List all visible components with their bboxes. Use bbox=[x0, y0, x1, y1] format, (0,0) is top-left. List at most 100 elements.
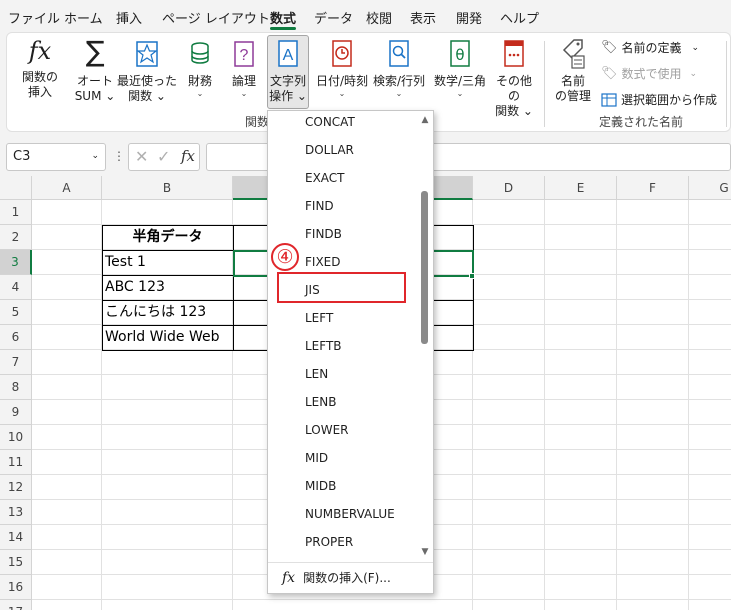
function-item-numbervalue[interactable]: NUMBERVALUE bbox=[305, 507, 395, 521]
table-header-cell[interactable]: 半角データ bbox=[102, 225, 233, 249]
row-header-13[interactable]: 13 bbox=[0, 500, 32, 525]
row-header-3[interactable]: 3 bbox=[0, 250, 32, 275]
row-header-2[interactable]: 2 bbox=[0, 225, 32, 250]
use-in-formula-label: 数式で使用 bbox=[621, 67, 682, 81]
function-item-leftb[interactable]: LEFTB bbox=[305, 339, 342, 353]
text-functions-label-2: 操作 ⌄ bbox=[269, 89, 307, 103]
financial-chevron: ⌄ bbox=[196, 89, 204, 98]
column-header-a[interactable]: A bbox=[32, 176, 102, 200]
lookup-label: 検索/行列 bbox=[372, 74, 426, 88]
name-box[interactable]: C3 ⌄ bbox=[6, 143, 106, 171]
datetime-button[interactable]: 日付/時刻 ⌄ bbox=[313, 36, 371, 99]
table-cell[interactable]: こんにちは 123 bbox=[102, 300, 206, 324]
column-header-b[interactable]: B bbox=[102, 176, 233, 200]
function-item-lenb[interactable]: LENB bbox=[305, 395, 336, 409]
row-header-5[interactable]: 5 bbox=[0, 300, 32, 325]
row-header-11[interactable]: 11 bbox=[0, 450, 32, 475]
financial-button[interactable]: 財務 ⌄ bbox=[183, 36, 217, 99]
tab-home[interactable]: ホーム bbox=[64, 8, 103, 27]
lookup-button[interactable]: 検索/行列 ⌄ bbox=[371, 36, 427, 99]
row-header-9[interactable]: 9 bbox=[0, 400, 32, 425]
function-item-proper[interactable]: PROPER bbox=[305, 535, 353, 549]
row-header-7[interactable]: 7 bbox=[0, 350, 32, 375]
scroll-up-arrow[interactable]: ▲ bbox=[418, 115, 432, 125]
insert-function-button[interactable]: fx 関数の 挿入 bbox=[15, 36, 65, 100]
more-options-icon[interactable]: ⋮ bbox=[113, 149, 125, 163]
scrollbar-thumb[interactable] bbox=[421, 191, 428, 344]
function-item-midb[interactable]: MIDB bbox=[305, 479, 336, 493]
svg-text:?: ? bbox=[240, 47, 249, 64]
dropdown-separator bbox=[268, 562, 433, 563]
function-item-mid[interactable]: MID bbox=[305, 451, 328, 465]
function-item-dollar[interactable]: DOLLAR bbox=[305, 143, 354, 157]
enter-icon[interactable]: ✓ bbox=[157, 147, 170, 166]
name-manager-button[interactable]: 名前 の管理 bbox=[551, 36, 595, 104]
datetime-chevron: ⌄ bbox=[338, 89, 346, 98]
tab-page-layout[interactable]: ページ レイアウト bbox=[162, 8, 270, 27]
tab-developer[interactable]: 開発 bbox=[456, 8, 482, 27]
create-from-selection-button[interactable]: 選択範囲から作成 bbox=[601, 91, 717, 108]
use-in-formula-button[interactable]: 🏷 数式で使用 ⌄ bbox=[601, 65, 697, 82]
function-item-concat[interactable]: CONCAT bbox=[305, 115, 355, 129]
function-item-findb[interactable]: FINDB bbox=[305, 227, 342, 241]
text-functions-label-1: 文字列 bbox=[269, 74, 306, 88]
group-label-function-library: 関数 bbox=[245, 115, 270, 129]
math-trig-button[interactable]: θ 数学/三角 ⌄ bbox=[431, 36, 489, 99]
fx-icon: fx bbox=[282, 569, 296, 586]
row-header-8[interactable]: 8 bbox=[0, 375, 32, 400]
tab-help[interactable]: ヘルプ bbox=[500, 8, 539, 27]
function-item-find[interactable]: FIND bbox=[305, 199, 334, 213]
function-item-fixed[interactable]: FIXED bbox=[305, 255, 340, 269]
function-item-exact[interactable]: EXACT bbox=[305, 171, 345, 185]
chevron-down-icon[interactable]: ⌄ bbox=[91, 151, 99, 161]
row-header-1[interactable]: 1 bbox=[0, 200, 32, 225]
tab-file[interactable]: ファイル bbox=[8, 8, 60, 27]
tab-view[interactable]: 表示 bbox=[410, 8, 436, 27]
table-cell[interactable]: Test 1 bbox=[102, 250, 146, 274]
table-border-vertical bbox=[233, 225, 234, 350]
table-cell[interactable]: ABC 123 bbox=[102, 275, 165, 299]
column-header-g[interactable]: G bbox=[689, 176, 731, 200]
function-item-left[interactable]: LEFT bbox=[305, 311, 333, 325]
tag-list-icon bbox=[562, 39, 585, 69]
recently-used-button[interactable]: 最近使った 関数 ⌄ bbox=[117, 36, 177, 104]
function-item-len[interactable]: LEN bbox=[305, 367, 328, 381]
column-header-e[interactable]: E bbox=[545, 176, 617, 200]
row-header-15[interactable]: 15 bbox=[0, 550, 32, 575]
table-cell[interactable]: World Wide Web bbox=[102, 325, 219, 349]
create-from-selection-label: 選択範囲から作成 bbox=[621, 93, 718, 107]
tab-insert[interactable]: 挿入 bbox=[116, 8, 142, 27]
tab-review[interactable]: 校閲 bbox=[366, 8, 392, 27]
function-item-lower[interactable]: LOWER bbox=[305, 423, 349, 437]
more-functions-label-2: 関数 ⌄ bbox=[495, 104, 533, 118]
insert-function-icon[interactable]: fx bbox=[181, 147, 195, 165]
row-header-17[interactable]: 17 bbox=[0, 600, 32, 610]
row-header-6[interactable]: 6 bbox=[0, 325, 32, 350]
row-header-14[interactable]: 14 bbox=[0, 525, 32, 550]
select-all-corner[interactable] bbox=[0, 176, 32, 200]
row-header-4[interactable]: 4 bbox=[0, 275, 32, 300]
text-functions-button[interactable]: A 文字列 操作 ⌄ bbox=[267, 35, 309, 109]
autosum-button[interactable]: ∑ オート SUM ⌄ bbox=[69, 36, 121, 104]
recently-used-label-1: 最近使った bbox=[117, 74, 178, 88]
text-a-icon: A bbox=[278, 40, 298, 67]
define-name-button[interactable]: 🏷 名前の定義 ⌄ bbox=[601, 39, 699, 56]
row-header-12[interactable]: 12 bbox=[0, 475, 32, 500]
column-header-d[interactable]: D bbox=[473, 176, 545, 200]
sigma-icon: ∑ bbox=[85, 35, 105, 68]
fill-handle[interactable] bbox=[469, 273, 475, 279]
more-functions-button[interactable]: その他の 関数 ⌄ bbox=[491, 36, 537, 119]
gridline-horizontal bbox=[32, 599, 731, 600]
row-header-10[interactable]: 10 bbox=[0, 425, 32, 450]
cancel-icon[interactable]: ✕ bbox=[135, 147, 148, 166]
row-header-16[interactable]: 16 bbox=[0, 575, 32, 600]
logical-label: 論理 bbox=[231, 74, 256, 88]
gridline-vertical bbox=[544, 200, 545, 610]
tab-data[interactable]: データ bbox=[314, 8, 353, 27]
tab-formulas[interactable]: 数式 bbox=[270, 8, 296, 27]
insert-function-menu-item[interactable]: fx 関数の挿入(F)... bbox=[282, 569, 391, 586]
scroll-down-arrow[interactable]: ▼ bbox=[418, 547, 432, 557]
name-manager-label-2: の管理 bbox=[554, 89, 591, 103]
column-header-f[interactable]: F bbox=[617, 176, 689, 200]
logical-button[interactable]: ? 論理 ⌄ bbox=[229, 36, 259, 99]
